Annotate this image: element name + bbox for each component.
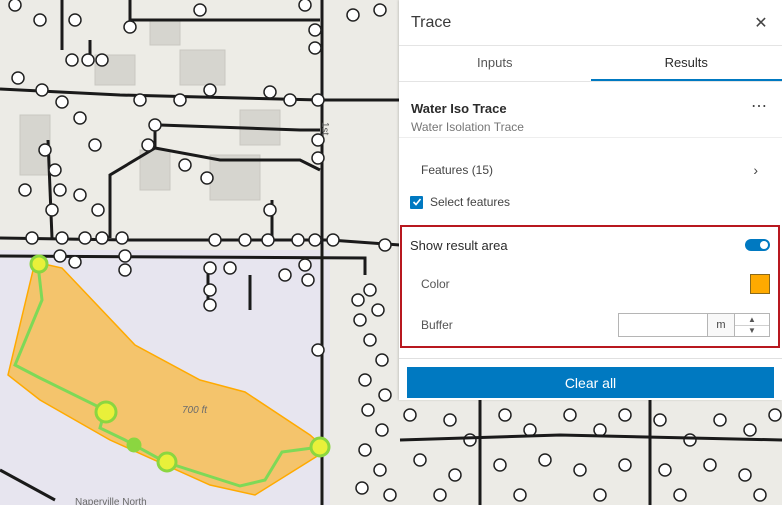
features-label: Features (15) <box>421 163 494 177</box>
buffer-label: Buffer <box>421 318 453 332</box>
result-area-section: Show result area Color Buffer m ▲ ▼ <box>400 225 780 348</box>
features-row[interactable]: Features (15) › <box>399 150 782 190</box>
clear-all-button[interactable]: Clear all <box>407 367 774 398</box>
color-label: Color <box>421 277 450 291</box>
close-icon[interactable]: ✕ <box>752 14 770 32</box>
buffer-control: m ▲ ▼ <box>618 313 770 337</box>
trace-panel: Trace ✕ Inputs Results Water Iso Trace W… <box>399 0 782 400</box>
toggle-knob <box>760 241 768 249</box>
campus-area <box>80 0 320 230</box>
tab-bar: Inputs Results <box>399 46 782 82</box>
trace-type: Water Isolation Trace <box>411 120 524 134</box>
color-swatch[interactable] <box>750 274 770 294</box>
trace-name: Water Iso Trace <box>411 101 507 116</box>
stepper-up-icon[interactable]: ▲ <box>735 314 769 325</box>
chevron-right-icon: › <box>753 162 758 178</box>
place-label: Naperville North <box>75 497 147 505</box>
buffer-row: Buffer m ▲ ▼ <box>402 305 778 345</box>
more-options-icon[interactable]: ⋯ <box>751 96 768 116</box>
show-result-area-label: Show result area <box>410 237 508 253</box>
select-features-label: Select features <box>430 195 511 209</box>
street-label: 1st <box>319 122 330 136</box>
stepper-down-icon[interactable]: ▼ <box>735 324 769 337</box>
panel-header: Trace ✕ <box>399 0 782 46</box>
select-features-row: Select features <box>399 190 782 214</box>
tab-results[interactable]: Results <box>590 46 782 81</box>
trace-result-card: Water Iso Trace Water Isolation Trace ⋯ <box>399 82 782 138</box>
elevation-label: 700 ft <box>182 405 208 416</box>
buffer-stepper: ▲ ▼ <box>735 313 770 337</box>
checkmark-icon <box>412 198 421 206</box>
divider <box>399 358 782 359</box>
select-features-checkbox[interactable] <box>410 195 423 209</box>
panel-title: Trace <box>411 13 452 31</box>
buffer-unit: m <box>708 313 735 337</box>
show-result-area-row: Show result area <box>402 227 778 263</box>
buffer-input[interactable] <box>618 313 708 337</box>
color-row: Color <box>402 263 778 305</box>
show-result-area-toggle[interactable] <box>745 239 770 251</box>
tab-inputs[interactable]: Inputs <box>399 46 591 81</box>
